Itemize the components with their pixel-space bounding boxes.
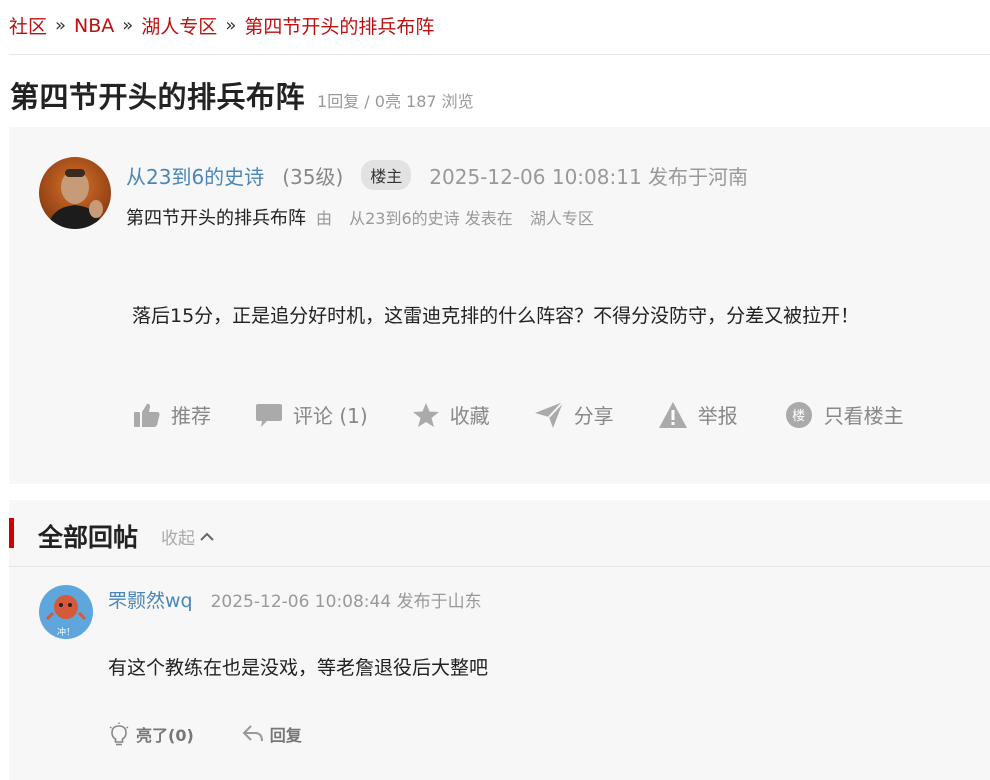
lightbulb-icon bbox=[109, 722, 129, 746]
post-subtitle-line: 第四节开头的排兵布阵 由 从23到6的史诗 发表在 湖人专区 bbox=[126, 204, 594, 230]
only-op-icon: 楼 bbox=[785, 401, 812, 428]
thread-header: 第四节开头的排兵布阵 1回复 / 0亮 187 浏览 bbox=[10, 74, 474, 116]
author-line: 从23到6的史诗 (35级) 楼主 2025-12-06 10:08:11 发布… bbox=[126, 160, 748, 190]
avatar-image-icon bbox=[39, 157, 111, 229]
share-button[interactable]: 分享 bbox=[534, 400, 614, 429]
replies-section: 全部回帖 收起 冲！ 罘颢然wq 2025-12-06 10:08:44 发布于… bbox=[9, 500, 990, 780]
breadcrumb-separator: » bbox=[225, 15, 237, 36]
section-accent-bar bbox=[9, 518, 14, 548]
author-level: (35级) bbox=[282, 164, 344, 189]
post-meta: 2025-12-06 10:08:11 发布于河南 bbox=[429, 164, 749, 189]
reply-author-line: 罘颢然wq 2025-12-06 10:08:44 发布于山东 bbox=[108, 586, 482, 613]
collapse-label: 收起 bbox=[161, 529, 195, 549]
light-label: 亮了(0) bbox=[136, 726, 194, 745]
collapse-button[interactable]: 收起 bbox=[161, 524, 215, 549]
only-op-button[interactable]: 楼 只看楼主 bbox=[785, 400, 904, 429]
report-label: 举报 bbox=[697, 404, 738, 428]
reply-avatar[interactable]: 冲！ bbox=[39, 585, 93, 639]
page-title: 第四节开头的排兵布阵 bbox=[10, 80, 306, 114]
reply-label: 回复 bbox=[269, 726, 302, 745]
post-source-board: 湖人专区 bbox=[529, 209, 594, 228]
reply-actions: 亮了(0) 回复 bbox=[108, 722, 302, 746]
recommend-label: 推荐 bbox=[171, 404, 211, 428]
reply-arrow-icon bbox=[242, 725, 263, 742]
breadcrumb-nba[interactable]: NBA bbox=[74, 15, 114, 37]
reply-avatar-text: 冲！ bbox=[57, 626, 75, 638]
comment-label: 评论 (1) bbox=[293, 404, 368, 428]
breadcrumb-lakers[interactable]: 湖人专区 bbox=[141, 12, 217, 39]
thread-stats: 1回复 / 0亮 187 浏览 bbox=[317, 92, 474, 111]
comment-icon bbox=[256, 403, 282, 427]
share-icon bbox=[534, 400, 564, 428]
only-op-label: 只看楼主 bbox=[823, 404, 904, 428]
author-name-link[interactable]: 从23到6的史诗 bbox=[126, 161, 264, 190]
warning-icon bbox=[658, 401, 687, 428]
author-avatar[interactable] bbox=[39, 157, 111, 229]
avatar-image-icon: 冲！ bbox=[39, 585, 93, 639]
post-source-author: 从23到6的史诗 发表在 bbox=[349, 209, 513, 228]
breadcrumb-separator: » bbox=[55, 15, 67, 36]
replies-title: 全部回帖 bbox=[38, 523, 139, 552]
recommend-button[interactable]: 推荐 bbox=[133, 400, 211, 429]
reply-author-name[interactable]: 罘颢然wq bbox=[108, 586, 193, 613]
chevron-up-icon bbox=[200, 532, 214, 541]
share-label: 分享 bbox=[573, 404, 614, 428]
post-source-by: 由 bbox=[316, 209, 333, 228]
thumbs-up-icon bbox=[134, 403, 160, 427]
reply-button[interactable]: 回复 bbox=[242, 722, 302, 746]
main-post: 从23到6的史诗 (35级) 楼主 2025-12-06 10:08:11 发布… bbox=[9, 127, 990, 484]
breadcrumb: 社区 » NBA » 湖人专区 » 第四节开头的排兵布阵 bbox=[9, 12, 434, 39]
breadcrumb-current-thread[interactable]: 第四节开头的排兵布阵 bbox=[244, 12, 434, 39]
star-icon bbox=[412, 402, 439, 427]
report-button[interactable]: 举报 bbox=[658, 400, 738, 429]
comment-button[interactable]: 评论 (1) bbox=[255, 400, 368, 429]
post-source: 由 从23到6的史诗 发表在 湖人专区 bbox=[316, 205, 594, 229]
replies-header: 全部回帖 收起 bbox=[9, 500, 990, 567]
breadcrumb-community[interactable]: 社区 bbox=[9, 12, 47, 39]
favorite-button[interactable]: 收藏 bbox=[412, 400, 490, 429]
divider bbox=[9, 54, 990, 55]
post-actions: 推荐 评论 (1) 收藏 分享 举报 楼 只看楼主 bbox=[133, 400, 904, 429]
breadcrumb-separator: » bbox=[122, 15, 134, 36]
reply-body: 有这个教练在也是没戏，等老詹退役后大整吧 bbox=[108, 657, 489, 679]
reply-meta: 2025-12-06 10:08:44 发布于山东 bbox=[210, 592, 482, 612]
post-body: 落后15分，正是追分好时机，这雷迪克排的什么阵容？不得分没防守，分差又被拉开！ bbox=[132, 305, 860, 327]
favorite-label: 收藏 bbox=[449, 404, 490, 428]
op-badge: 楼主 bbox=[361, 160, 412, 190]
post-subtitle: 第四节开头的排兵布阵 bbox=[126, 208, 306, 229]
light-button[interactable]: 亮了(0) bbox=[108, 722, 194, 746]
